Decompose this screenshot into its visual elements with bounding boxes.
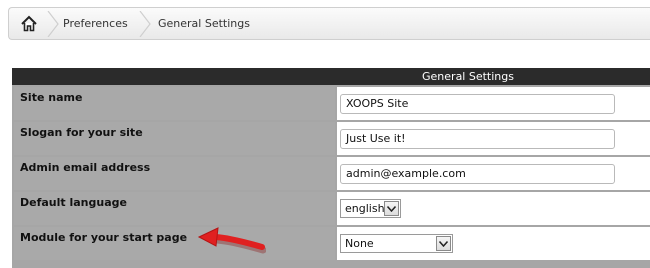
site-name-input[interactable]: XOOPS Site	[340, 94, 615, 114]
breadcrumb-preferences[interactable]: Preferences	[63, 8, 128, 39]
start-page-select[interactable]: None	[340, 234, 453, 253]
chevron-down-icon	[384, 201, 399, 216]
table-title: General Settings	[422, 70, 514, 83]
row-label-slogan: Slogan for your site	[14, 122, 335, 155]
row-label-admin-email: Admin email address	[14, 157, 335, 190]
language-select[interactable]: english	[340, 199, 401, 218]
breadcrumb-separator	[47, 11, 59, 37]
breadcrumb-separator	[139, 11, 151, 37]
row-value-admin-email: admin@example.com	[337, 157, 650, 190]
settings-table: General Settings Site name XOOPS Site Sl…	[12, 68, 650, 268]
row-label-site-name: Site name	[14, 87, 335, 120]
row-value-site-name: XOOPS Site	[337, 87, 650, 120]
row-value-slogan: Just Use it!	[337, 122, 650, 155]
start-page-select-value: None	[345, 237, 374, 250]
row-value-default-language: english	[337, 192, 650, 225]
home-button[interactable]	[9, 8, 49, 39]
chevron-down-icon	[436, 236, 451, 251]
row-label-start-page-module: Module for your start page	[14, 227, 335, 260]
row-label-default-language: Default language	[14, 192, 335, 225]
slogan-input[interactable]: Just Use it!	[340, 129, 615, 149]
home-icon	[21, 15, 37, 31]
breadcrumb: Preferences General Settings	[8, 7, 650, 40]
red-arrow-icon	[197, 227, 266, 254]
admin-email-input[interactable]: admin@example.com	[340, 164, 615, 184]
table-header: General Settings	[12, 68, 650, 85]
breadcrumb-general-settings[interactable]: General Settings	[158, 8, 250, 39]
row-value-start-page-module: None	[337, 227, 650, 260]
language-select-value: english	[345, 202, 385, 215]
